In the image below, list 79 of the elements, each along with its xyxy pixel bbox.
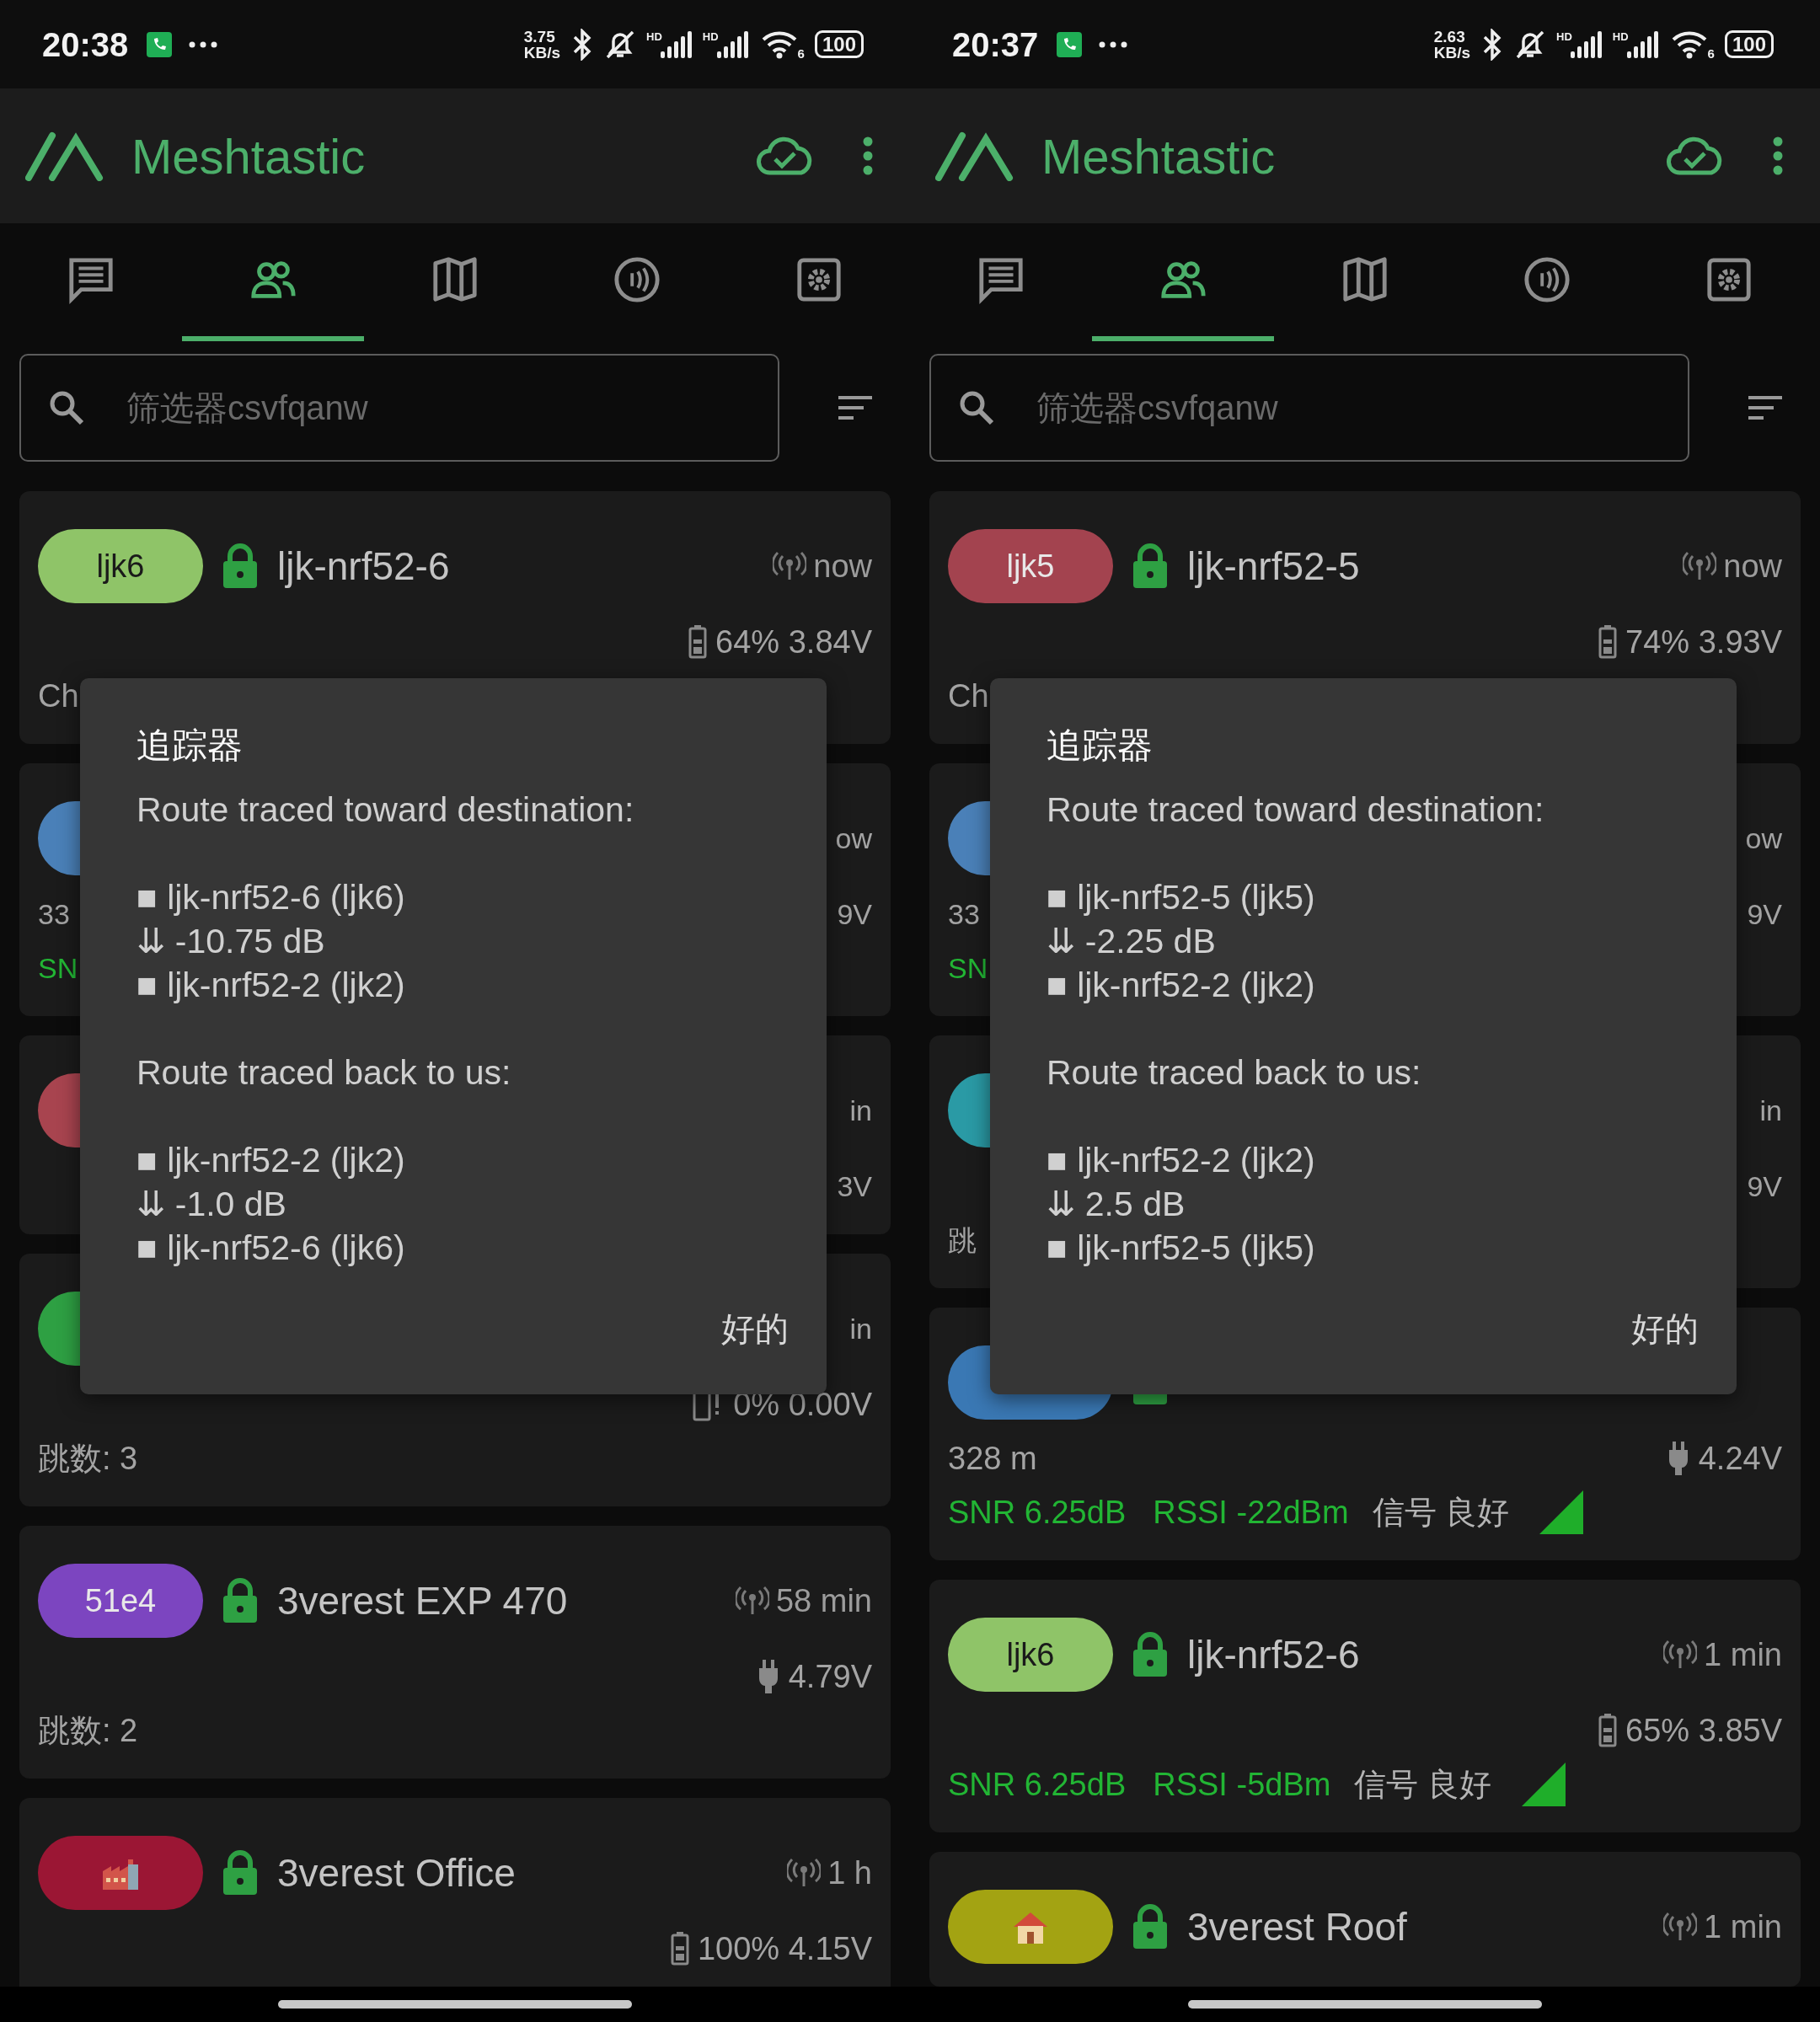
route-hop: ⇊ -10.75 dB: [136, 921, 325, 962]
last-heard: ow: [835, 821, 872, 856]
last-heard: in: [849, 1093, 872, 1128]
snr-reading: SNR 6.25dB: [948, 1765, 1127, 1804]
power-reading: 100% 4.15V: [697, 1929, 872, 1968]
clock: 20:37: [952, 24, 1039, 65]
node-detail: 9V: [837, 896, 872, 932]
net-speed-unit: KB/s: [1433, 44, 1471, 61]
node-detail: Ch: [38, 677, 79, 715]
last-heard: 1 h: [827, 1854, 872, 1892]
battery-level: 100: [814, 29, 864, 59]
node-detail: 3V: [837, 1169, 872, 1204]
node-detail: 328 m: [948, 1439, 1037, 1478]
node-name: ljk-nrf52-6: [277, 543, 450, 590]
node-name: ljk-nrf52-5: [1187, 543, 1360, 590]
node-name: 3verest Office: [277, 1849, 516, 1896]
snr-reading: SNR 6.25dB: [948, 1493, 1127, 1532]
route-hop: ■ ljk-nrf52-5 (ljk5): [1046, 1228, 1315, 1269]
route-hop: ⇊ -2.25 dB: [1046, 921, 1216, 962]
snr-reading: SN: [948, 950, 988, 986]
last-heard: ow: [1745, 821, 1782, 856]
node-short-name: ljk6: [948, 1618, 1113, 1692]
node-short-name: 51e4: [38, 1564, 203, 1638]
node-short-name: ljk6: [38, 529, 203, 603]
rssi-reading: RSSI -5dBm: [1153, 1765, 1331, 1804]
node-short-name: ljk5: [948, 529, 1113, 603]
route-heading: Route traced back to us:: [1046, 1052, 1421, 1094]
route-hop: ■ ljk-nrf52-6 (ljk6): [136, 1228, 405, 1269]
power-reading: 4.79V: [788, 1657, 872, 1696]
node-detail: 9V: [1747, 896, 1782, 932]
route-hop: ■ ljk-nrf52-2 (ljk2): [1046, 965, 1315, 1006]
wifi-label: 6: [1707, 47, 1715, 60]
hd-label: HD: [702, 30, 719, 42]
route-hop: ⇊ 2.5 dB: [1046, 1184, 1186, 1225]
last-heard: now: [1723, 547, 1782, 586]
power-reading: 65% 3.85V: [1625, 1711, 1782, 1750]
net-speed-unit: KB/s: [523, 44, 561, 61]
rssi-reading: RSSI -22dBm: [1153, 1493, 1349, 1532]
node-name: 3verest Roof: [1187, 1903, 1407, 1950]
route-hop: ■ ljk-nrf52-5 (ljk5): [1046, 877, 1315, 918]
node-detail: 跳: [948, 1222, 977, 1258]
power-reading: 4.24V: [1698, 1439, 1782, 1478]
net-speed-value: 2.63: [1433, 28, 1466, 45]
last-heard: in: [1759, 1093, 1782, 1128]
route-heading: Route traced toward destination:: [1046, 789, 1544, 831]
node-detail: 33: [948, 896, 980, 932]
route-hop: ■ ljk-nrf52-6 (ljk6): [136, 877, 405, 918]
last-heard: in: [849, 1311, 872, 1346]
route-heading: Route traced toward destination:: [136, 789, 634, 831]
signal-quality: 信号 良好: [1372, 1493, 1510, 1532]
route-hop: ⇊ -1.0 dB: [136, 1184, 286, 1225]
route-hop: ■ ljk-nrf52-2 (ljk2): [136, 1140, 405, 1181]
battery-level: 100: [1724, 29, 1774, 59]
route-hop: ■ ljk-nrf52-2 (ljk2): [1046, 1140, 1315, 1181]
last-heard: 1 min: [1704, 1635, 1782, 1674]
net-speed-value: 3.75: [523, 28, 556, 45]
last-heard: now: [813, 547, 872, 586]
node-detail: 33: [38, 896, 70, 932]
node-name: ljk-nrf52-6: [1187, 1631, 1360, 1678]
power-reading: 64% 3.84V: [715, 623, 872, 661]
power-reading: 74% 3.93V: [1625, 623, 1782, 661]
signal-quality: 信号 良好: [1354, 1765, 1491, 1804]
app-title: Meshtastic: [131, 127, 366, 185]
node-detail: Ch: [948, 677, 989, 715]
snr-reading: SN: [38, 950, 78, 986]
node-detail: 跳数: 2: [38, 1711, 138, 1750]
hd-label: HD: [1612, 30, 1629, 42]
hd-label: HD: [646, 30, 662, 42]
last-heard: 1 min: [1704, 1907, 1782, 1946]
node-detail: 9V: [1747, 1169, 1782, 1204]
wifi-label: 6: [797, 47, 805, 60]
app-title: Meshtastic: [1041, 127, 1276, 185]
node-detail: 跳数: 3: [38, 1439, 138, 1478]
clock: 20:38: [42, 24, 129, 65]
node-name: 3verest EXP 470: [277, 1577, 568, 1624]
hd-label: HD: [1556, 30, 1572, 42]
last-heard: 58 min: [775, 1581, 872, 1620]
route-hop: ■ ljk-nrf52-2 (ljk2): [136, 965, 405, 1006]
route-heading: Route traced back to us:: [136, 1052, 511, 1094]
